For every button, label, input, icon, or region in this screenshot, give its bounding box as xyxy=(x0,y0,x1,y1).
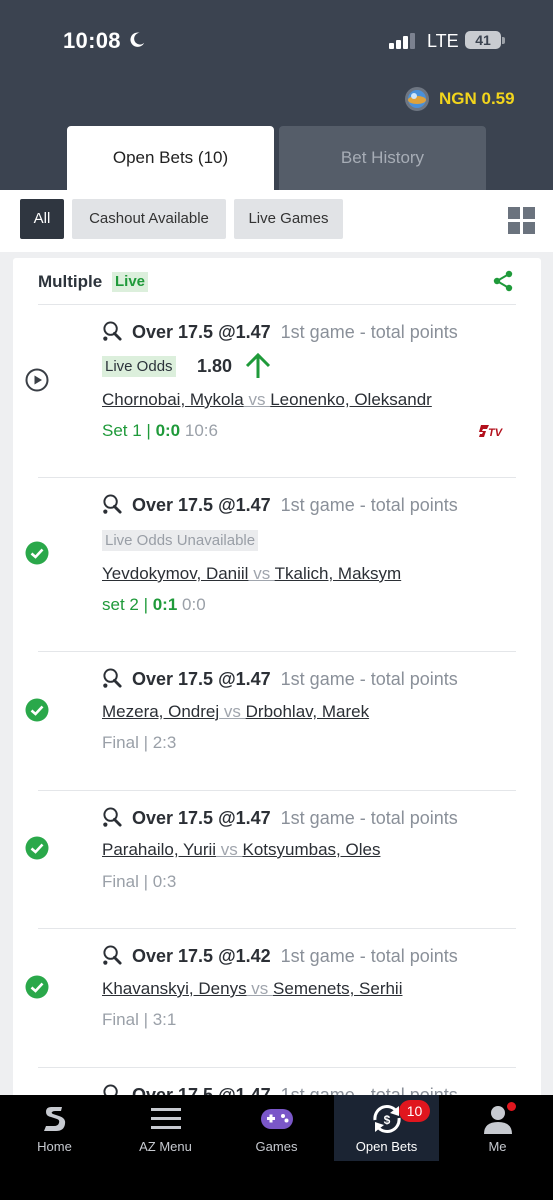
match-players[interactable]: Mezera, Ondrej vs Drbohlav, Marek xyxy=(102,702,369,722)
check-icon xyxy=(25,975,49,999)
divider xyxy=(38,928,516,929)
check-icon xyxy=(25,541,49,565)
table-tennis-icon xyxy=(103,807,122,827)
network-label: LTE xyxy=(427,31,459,51)
filter-all-button[interactable]: All xyxy=(20,199,64,239)
open-bets-count-badge: 10 xyxy=(399,1100,430,1122)
live-odds-badge: Live Odds xyxy=(102,356,176,377)
selection-title: Over 17.5 @1.47 1st game - total points xyxy=(132,669,458,689)
table-tennis-icon xyxy=(103,668,122,688)
odds-up-arrow-icon xyxy=(245,352,271,378)
status-bar: 10:08 LTE 41 xyxy=(0,28,553,56)
divider xyxy=(38,651,516,652)
filter-cashout-button[interactable]: Cashout Available xyxy=(72,199,226,239)
live-odds-value: 1.80 xyxy=(197,356,233,376)
bet-type-title: Multiple xyxy=(38,272,103,291)
live-score: set 2 | 0:1 0:0 xyxy=(102,595,206,614)
home-logo-icon xyxy=(43,1107,65,1131)
grid-view-icon[interactable] xyxy=(508,207,535,234)
table-tennis-icon xyxy=(103,321,122,341)
notification-dot xyxy=(507,1102,516,1111)
stream-tv-icon[interactable]: TV xyxy=(479,421,507,441)
divider xyxy=(38,790,516,791)
nav-games[interactable]: Games xyxy=(224,1095,329,1161)
svg-text:TV: TV xyxy=(488,427,504,439)
filter-bar: All Cashout Available Live Games xyxy=(0,190,553,252)
table-tennis-icon xyxy=(103,945,122,965)
clock: 10:08 xyxy=(63,28,121,53)
live-score: Set 1 | 0:0 10:6 xyxy=(102,421,218,440)
selection-title: Over 17.5 @1.47 1st game - total points xyxy=(132,495,458,515)
odds-unavailable-badge: Live Odds Unavailable xyxy=(102,530,259,551)
app-header: 10:08 LTE 41 NGN 0.59 Open Bets (10) Bet… xyxy=(0,0,553,190)
share-icon[interactable] xyxy=(493,270,513,292)
play-icon[interactable] xyxy=(25,368,49,392)
nav-me[interactable]: Me xyxy=(445,1095,550,1161)
divider xyxy=(38,304,516,305)
bottom-nav: Home AZ Menu Games $ Open Bets Me xyxy=(0,1095,553,1200)
match-players[interactable]: Yevdokymov, Daniil vs Tkalich, Maksym xyxy=(102,564,401,584)
signal-icon xyxy=(389,33,415,49)
match-players[interactable]: Parahailo, Yurii vs Kotsyumbas, Oles xyxy=(102,840,380,860)
balance-amount: NGN 0.59 xyxy=(439,89,515,108)
menu-icon xyxy=(150,1108,181,1129)
live-badge: Live xyxy=(112,272,149,292)
gamepad-icon xyxy=(260,1109,293,1129)
battery-tip xyxy=(502,37,505,44)
final-score: Final | 3:1 xyxy=(102,1010,177,1029)
check-icon xyxy=(25,698,49,722)
tab-open-bets[interactable]: Open Bets (10) xyxy=(67,126,274,190)
nav-az-menu[interactable]: AZ Menu xyxy=(113,1095,218,1161)
svg-text:$: $ xyxy=(383,1113,390,1127)
bet-card[interactable]: Multiple Live Over 17.5 @1.47 1st game -… xyxy=(13,258,541,1108)
check-icon xyxy=(25,836,49,860)
match-players[interactable]: Khavanskyi, Denys vs Semenets, Serhii xyxy=(102,979,402,999)
table-tennis-icon xyxy=(103,494,122,514)
coin-icon xyxy=(405,87,429,111)
nav-home[interactable]: Home xyxy=(2,1095,107,1161)
final-score: Final | 2:3 xyxy=(102,733,177,752)
selection-title: Over 17.5 @1.42 1st game - total points xyxy=(132,946,458,966)
divider xyxy=(38,1067,516,1068)
selection-title: Over 17.5 @1.47 1st game - total points xyxy=(132,322,458,342)
battery-icon: 41 xyxy=(465,31,501,49)
final-score: Final | 0:3 xyxy=(102,872,177,891)
tab-bet-history[interactable]: Bet History xyxy=(279,126,486,190)
filter-live-games-button[interactable]: Live Games xyxy=(234,199,343,239)
divider xyxy=(38,477,516,478)
match-players[interactable]: Chornobai, Mykola vs Leonenko, Oleksandr xyxy=(102,390,432,410)
selection-title: Over 17.5 @1.47 1st game - total points xyxy=(132,808,458,828)
moon-icon xyxy=(130,32,145,47)
